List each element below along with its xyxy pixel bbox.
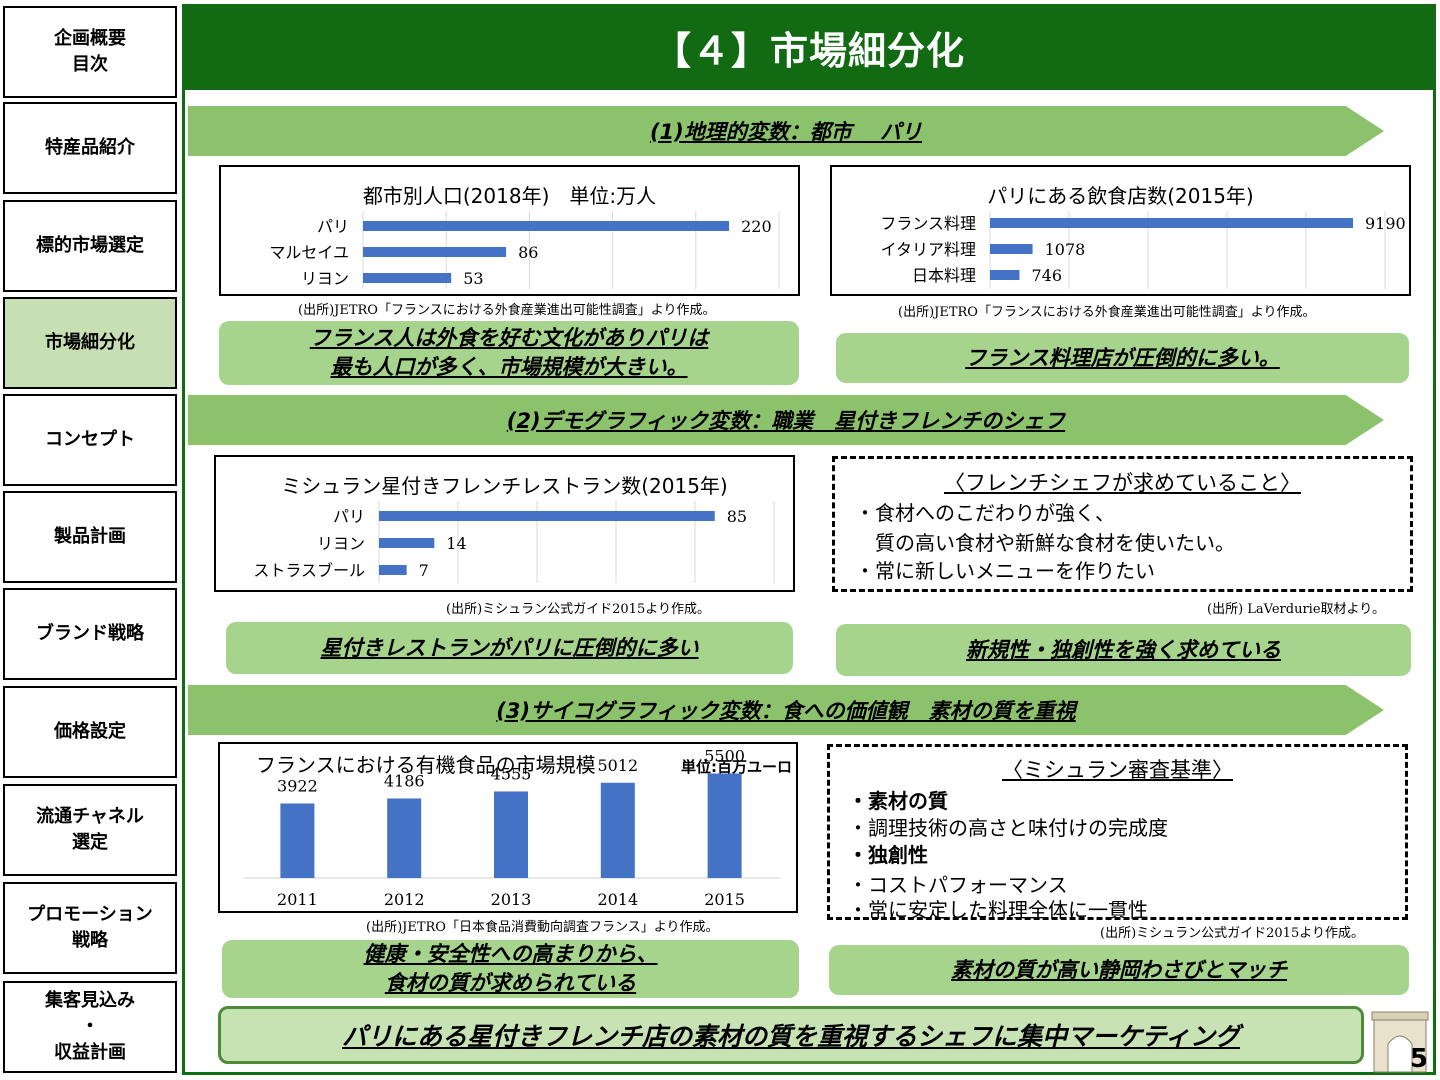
callout-star-restaurants: 星付きレストランがパリに圧倒的に多い bbox=[226, 622, 793, 674]
data-label: 4555 bbox=[491, 764, 532, 783]
tick-label: 2012 bbox=[384, 890, 425, 909]
data-label: 5500 bbox=[704, 747, 745, 766]
sidebar-item[interactable]: ブランド戦略 bbox=[3, 588, 177, 680]
tick-label: 2013 bbox=[491, 890, 532, 909]
sidebar-item[interactable]: コンセプト bbox=[3, 394, 177, 486]
bar bbox=[494, 791, 528, 878]
source-note: (出所)JETRO「フランスにおける外食産業進出可能性調査」より作成。 bbox=[898, 305, 1316, 320]
michelin-criteria-box: 〈ミシュラン審査基準〉 ・素材の質 ・調理技術の高さと味付けの完成度 ・独創性 … bbox=[827, 744, 1408, 922]
chef-needs-line: ・常に新しいメニューを作りたい bbox=[855, 559, 1155, 583]
bar bbox=[280, 803, 315, 878]
chart-svg: フランスにおける有機食品の市場規模 単位:百万ユーロ392220114186201… bbox=[244, 747, 792, 909]
michelin-criteria-title: 〈ミシュラン審査基準〉 bbox=[1002, 758, 1233, 782]
chef-needs-box: 〈フレンチシェフが求めていること〉 ・食材へのこだわりが強く、 質の高い食材や新… bbox=[832, 456, 1413, 592]
chart-michelin-restaurants: ミシュラン星付きフレンチレストラン数(2015年) パリ 85 リヨン 14 ストラスブー… bbox=[214, 455, 795, 592]
category-label: マルセイユ bbox=[269, 243, 349, 262]
sidebar-item[interactable]: 企画概要 目次 bbox=[3, 6, 177, 98]
bar bbox=[379, 565, 407, 575]
section-banner-psychographic: (3)サイコグラフィック変数：食への価値観 素材の質を重視 bbox=[188, 685, 1384, 735]
category-label: リヨン bbox=[317, 534, 365, 553]
tick-label: 2011 bbox=[277, 890, 318, 909]
source-note: (出所)JETRO「フランスにおける外食産業進出可能性調査」より作成。 bbox=[298, 303, 716, 318]
michelin-criteria-line: ・独創性 bbox=[848, 843, 928, 867]
callout-wasabi-match: 素材の質が高い静岡わさびとマッチ bbox=[829, 945, 1409, 995]
data-label: 4186 bbox=[384, 771, 425, 790]
category-label: パリ bbox=[317, 217, 349, 236]
data-label: 746 bbox=[1031, 266, 1062, 285]
sidebar-item[interactable]: 市場細分化 bbox=[3, 297, 177, 389]
michelin-criteria-line: ・素材の質 bbox=[848, 789, 948, 813]
chart-title: パリにある飲食店数(2015年) bbox=[987, 184, 1254, 208]
chart-organic-market: フランスにおける有機食品の市場規模 単位:百万ユーロ 3922 2011 4186 201… bbox=[218, 742, 798, 913]
source-note: (出所)ミシュラン公式ガイド2015より作成。 bbox=[1100, 926, 1364, 941]
data-label: 85 bbox=[727, 507, 747, 526]
data-label: 9190 bbox=[1365, 214, 1406, 233]
chart-title: フランスにおける有機食品の市場規模 bbox=[256, 753, 596, 777]
category-label: ストラスブール bbox=[253, 561, 365, 580]
chart-title: ミシュラン星付きフレンチレストラン数(2015年) bbox=[281, 474, 728, 498]
bar bbox=[707, 773, 742, 878]
bar bbox=[990, 244, 1033, 254]
chart-svg: 都市別人口(2018年) 単位:万人パリ 220 マルセイユ 86 リヨン 53 bbox=[269, 184, 780, 289]
page-title: 【４】市場細分化 bbox=[182, 4, 1436, 90]
callout-novelty: 新規性・独創性を強く求めている bbox=[836, 624, 1411, 676]
bar bbox=[600, 782, 635, 878]
category-label: パリ bbox=[333, 507, 365, 526]
callout-paris-market: フランス人は外食を好む文化がありパリは 最も人口が多く、市場規模が大きい。 bbox=[219, 321, 799, 385]
data-label: 5012 bbox=[597, 756, 638, 775]
data-label: 3922 bbox=[277, 776, 318, 795]
michelin-criteria-line: ・常に安定した料理全体に一貫性 bbox=[848, 898, 1148, 922]
page-number: 5 bbox=[1409, 1044, 1428, 1074]
conclusion-banner: パリにある星付きフレンチ店の素材の質を重視するシェフに集中マーケティング bbox=[218, 1006, 1364, 1064]
bar bbox=[363, 273, 452, 283]
tick-label: 2014 bbox=[597, 890, 638, 909]
data-label: 14 bbox=[446, 534, 466, 553]
sidebar-item[interactable]: 標的市場選定 bbox=[3, 200, 177, 292]
sidebar-item[interactable]: 価格設定 bbox=[3, 686, 177, 778]
chart-city-population: 都市別人口(2018年) 単位:万人 パリ 220 マルセイユ 86 リヨン 53 bbox=[219, 165, 800, 296]
sidebar-item[interactable]: プロモーション 戦略 bbox=[3, 882, 177, 974]
chart-svg: ミシュラン星付きフレンチレストラン数(2015年) パリ 85 リヨン 14 ストラスブー… bbox=[253, 474, 775, 583]
bar bbox=[363, 247, 507, 257]
bar bbox=[363, 221, 730, 231]
category-label: リヨン bbox=[301, 269, 349, 288]
chef-needs-line: ・食材へのこだわりが強く、 bbox=[855, 501, 1115, 525]
section-banner-demographic: (2)デモグラフィック変数：職業 星付きフレンチのシェフ bbox=[188, 395, 1384, 445]
category-label: 日本料理 bbox=[912, 266, 976, 285]
bar bbox=[379, 511, 715, 521]
bar bbox=[990, 270, 1020, 280]
bar bbox=[387, 798, 422, 878]
data-label: 1078 bbox=[1045, 240, 1086, 259]
chart-paris-restaurants: パリにある飲食店数(2015年) フランス料理 9190 イタリア料理 1078 日本料理… bbox=[830, 165, 1411, 296]
chart-title: 都市別人口(2018年) 単位:万人 bbox=[363, 184, 656, 208]
category-label: フランス料理 bbox=[880, 214, 976, 233]
data-label: 7 bbox=[419, 561, 429, 580]
tick-label: 2015 bbox=[704, 890, 745, 909]
callout-health-safety: 健康・安全性への高まりから、 食材の質が求められている bbox=[222, 940, 799, 998]
chart-svg: パリにある飲食店数(2015年) フランス料理 9190 イタリア料理 1078 日本料理… bbox=[880, 184, 1406, 289]
category-label: イタリア料理 bbox=[881, 240, 976, 259]
sidebar-item[interactable]: 流通チャネル 選定 bbox=[3, 784, 177, 876]
data-label: 86 bbox=[518, 243, 538, 262]
source-note: (出所) LaVerdurie取材より。 bbox=[1207, 602, 1386, 617]
chef-needs-title: 〈フレンチシェフが求めていること〉 bbox=[944, 471, 1301, 495]
sidebar-item[interactable]: 集客見込み ・ 収益計画 bbox=[3, 981, 177, 1073]
sidebar-item[interactable]: 製品計画 bbox=[3, 491, 177, 583]
callout-french-restaurants: フランス料理店が圧倒的に多い。 bbox=[836, 333, 1409, 383]
michelin-criteria-line: ・調理技術の高さと味付けの完成度 bbox=[848, 816, 1168, 840]
bar bbox=[379, 538, 435, 548]
bar bbox=[990, 218, 1354, 228]
chef-needs-line: 質の高い食材や新鮮な食材を使いたい。 bbox=[855, 531, 1235, 555]
source-note: (出所)ミシュラン公式ガイド2015より作成。 bbox=[446, 602, 710, 617]
section-banner-geographic: (1)地理的変数：都市 パリ bbox=[188, 106, 1384, 156]
data-label: 220 bbox=[741, 217, 772, 236]
source-note: (出所)JETRO「日本食品消費動向調査フランス」より作成。 bbox=[366, 920, 719, 935]
data-label: 53 bbox=[463, 269, 483, 288]
sidebar-item[interactable]: 特産品紹介 bbox=[3, 102, 177, 194]
